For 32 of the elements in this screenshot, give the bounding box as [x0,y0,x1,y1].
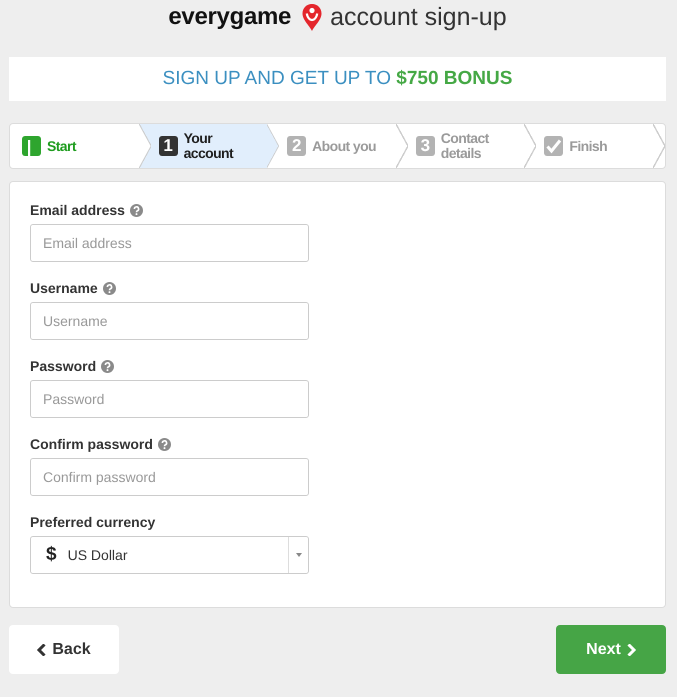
step-number: 2 [287,136,306,156]
help-icon[interactable] [158,438,171,450]
input-field[interactable]: Email address [30,224,309,262]
field-label: Email address [30,202,125,218]
wizard-step[interactable]: Finish [524,124,665,168]
currency-symbol: $ [46,544,57,566]
slotted-tile-icon [22,136,41,156]
currency-select[interactable]: $ US Dollar [30,536,309,574]
promo-text: SIGN UP AND GET UP TO $750 BONUS [162,68,512,90]
back-button[interactable]: Back [9,625,119,674]
chevron-left-icon [37,644,46,656]
wizard-step[interactable]: 2 About you [279,124,396,168]
help-icon[interactable] [101,360,114,372]
help-icon[interactable] [130,204,143,216]
field-label: Preferred currency [30,514,156,530]
map-pin-icon [302,4,322,30]
field-label: Password [30,358,96,374]
field-label: Confirm password [30,436,153,452]
check-tile-icon [544,136,564,156]
input-field[interactable]: Password [30,380,309,418]
caret-icon [296,553,302,557]
step-number: 1 [158,136,178,156]
next-button[interactable]: Next [556,625,666,674]
input-field[interactable]: Username [30,302,309,340]
step-number: 3 [416,136,435,156]
brand-logo: everygame [168,3,292,31]
field-label: Username [30,280,98,296]
input-field[interactable]: Confirm password [30,458,309,496]
chevron-right-icon [626,644,636,656]
page-title: account sign-up [330,2,507,32]
help-icon[interactable] [102,282,116,294]
wizard-step[interactable]: Start [10,124,139,168]
